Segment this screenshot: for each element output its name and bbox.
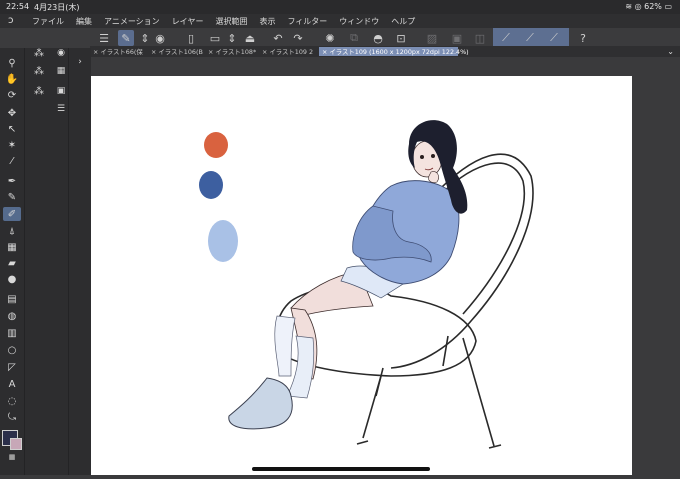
snap-grid-icon[interactable]: ⟋ (546, 30, 562, 46)
sub-tool-brush-2-icon[interactable]: ⁂ (31, 64, 47, 78)
hamburger-menu-icon[interactable]: ☰ (96, 30, 112, 46)
close-tab-icon[interactable]: × (322, 48, 327, 56)
ruler-snap-group: ⟋ ⟋ ⟋ (493, 28, 569, 48)
save-chevron-icon[interactable]: ⇕ (224, 30, 240, 46)
menu-animation[interactable]: アニメーション (104, 16, 160, 27)
redo-icon[interactable]: ↷ (290, 30, 306, 46)
status-date: 4月23日(木) (34, 3, 80, 12)
sub-color-swatch[interactable] (10, 438, 22, 450)
sub-tool-settings-icon[interactable]: ☰ (53, 102, 69, 116)
gradient-icon[interactable]: ▥ (3, 326, 21, 340)
blend-icon[interactable]: ● (3, 272, 21, 286)
text-icon[interactable]: A (3, 377, 21, 391)
close-tab-icon[interactable]: × (262, 48, 267, 56)
eraser-icon[interactable]: ▰ (3, 256, 21, 270)
brush-settings-icon[interactable]: ✎ (118, 30, 134, 46)
menu-help[interactable]: ヘルプ (391, 16, 415, 27)
status-indicators: ≋ ◎ 62% ▭ (625, 2, 672, 11)
decoration-icon[interactable]: ▦ (3, 240, 21, 254)
lock-rotation-icon: ◎ (634, 2, 642, 11)
sneaker (228, 377, 293, 430)
brush-icon[interactable]: ✐ (3, 207, 21, 221)
menu-window[interactable]: ウィンドウ (339, 16, 379, 27)
ruler-icon[interactable]: ◸ (3, 360, 21, 374)
balloon-icon[interactable]: ◌ (3, 394, 21, 408)
tool-property-strip: › (68, 48, 91, 475)
close-tab-icon[interactable]: × (208, 48, 213, 56)
eyedropper-icon[interactable]: ⁄ (3, 154, 21, 168)
pencil-icon[interactable]: ✎ (3, 190, 21, 204)
status-bar: 22:54 4月23日(木) ≋ ◎ 62% ▭ (0, 0, 680, 14)
sub-tool-brush-3-icon[interactable]: ⁂ (31, 84, 47, 98)
hand-icon[interactable]: ✋ (3, 72, 21, 86)
fill-tool-icon[interactable]: ◍ (3, 309, 21, 323)
tab-illust109[interactable]: × イラスト109 (1600 x 1200px 72dpi 122.4%) (319, 47, 469, 56)
tab-illust109-2[interactable]: × イラスト109 2 (259, 47, 320, 56)
undo-icon[interactable]: ↶ (270, 30, 286, 46)
tab-illust66[interactable]: × イラスト66(保 (90, 47, 149, 56)
circle-shape-icon[interactable]: ○ (3, 343, 21, 357)
close-tab-icon[interactable]: × (151, 48, 156, 56)
swatch-lightblue (208, 220, 238, 262)
airbrush-icon[interactable]: ⍋ (3, 224, 21, 238)
document-tabs: × イラスト66(保 × イラスト106(B × イラスト108* × イラスト109 … (90, 46, 680, 57)
battery-percent: 62% (644, 2, 662, 11)
eye (420, 155, 424, 159)
tool-palette: ⚲ ✋ ⟳ ✥ ↖ ✶ ⁄ ✒ ✎ ✐ ⍋ ▦ ▰ ● ▤ ◍ ▥ ○ ◸ A … (0, 48, 24, 475)
invert-selection-icon[interactable]: ◫ (472, 30, 488, 46)
sub-tool-palette: ⁂ ⁂ ⁂ ◉ ▦ ▣ ☰ (24, 48, 69, 475)
fill-icon[interactable]: ◓ (370, 30, 386, 46)
eye-2 (431, 154, 435, 158)
swatch-orange (204, 132, 228, 158)
rotate-view-icon[interactable]: ⟳ (3, 88, 21, 102)
menu-filter[interactable]: フィルター (287, 16, 327, 27)
chevron-down-icon[interactable]: ⌄ (667, 47, 674, 56)
export-icon[interactable]: ⏏ (242, 30, 258, 46)
tab-illust108[interactable]: × イラスト108* (205, 47, 260, 56)
menu-bar: ↄ ファイル 編集 アニメーション レイヤー 選択範囲 表示 フィルター ウィン… (0, 14, 680, 28)
menu-view[interactable]: 表示 (259, 16, 275, 27)
pen-icon[interactable]: ✒ (3, 174, 21, 188)
operation-icon[interactable]: ↖ (3, 122, 21, 136)
sub-tool-menu-icon[interactable]: ◉ (53, 46, 69, 60)
status-time: 22:54 (6, 2, 30, 11)
app-logo-icon[interactable]: ↄ (8, 15, 14, 26)
crop-icon[interactable]: ⊡ (393, 30, 409, 46)
help-icon[interactable]: ? (575, 30, 591, 46)
new-file-icon[interactable]: ▯ (183, 30, 199, 46)
zoom-icon[interactable]: ⚲ (3, 56, 21, 70)
tab-illust106[interactable]: × イラスト106(B (148, 47, 207, 56)
sub-tool-property-icon[interactable]: ▣ (53, 84, 69, 98)
menu-selection[interactable]: 選択範囲 (215, 16, 247, 27)
loading-icon[interactable]: ✺ (322, 30, 338, 46)
sub-tool-list-icon[interactable]: ▦ (53, 64, 69, 78)
clear-icon[interactable]: ▨ (424, 30, 440, 46)
snap-ruler-icon[interactable]: ⟋ (498, 30, 514, 46)
swatch-blue (199, 171, 223, 199)
home-indicator (252, 467, 430, 471)
menu-file[interactable]: ファイル (32, 16, 64, 27)
snap-special-ruler-icon[interactable]: ⟋ (522, 30, 538, 46)
chevron-updown-icon[interactable]: ⇕ (137, 30, 153, 46)
sub-tool-brush-1-icon[interactable]: ⁂ (31, 46, 47, 60)
property-expand-icon[interactable]: › (73, 56, 87, 68)
sock-2 (274, 315, 296, 377)
drawing-canvas[interactable] (91, 76, 632, 475)
color-icon[interactable]: ◉ (152, 30, 168, 46)
menu-layer[interactable]: レイヤー (172, 16, 204, 27)
deselect-icon[interactable]: ▣ (449, 30, 465, 46)
correct-line-icon[interactable]: ⤿ (3, 410, 21, 424)
battery-icon: ▭ (664, 2, 672, 11)
illustration (199, 120, 534, 449)
figure-icon[interactable]: ▤ (3, 292, 21, 306)
move-icon[interactable]: ✥ (3, 106, 21, 120)
copy-icon[interactable]: ⧉ (346, 30, 362, 46)
auto-select-icon[interactable]: ✶ (3, 138, 21, 152)
wifi-icon: ≋ (625, 2, 633, 11)
open-folder-icon[interactable]: ▭ (207, 30, 223, 46)
close-tab-icon[interactable]: × (93, 48, 98, 56)
menu-edit[interactable]: 編集 (76, 16, 92, 27)
transparent-color-icon[interactable]: ▦ (3, 450, 21, 464)
